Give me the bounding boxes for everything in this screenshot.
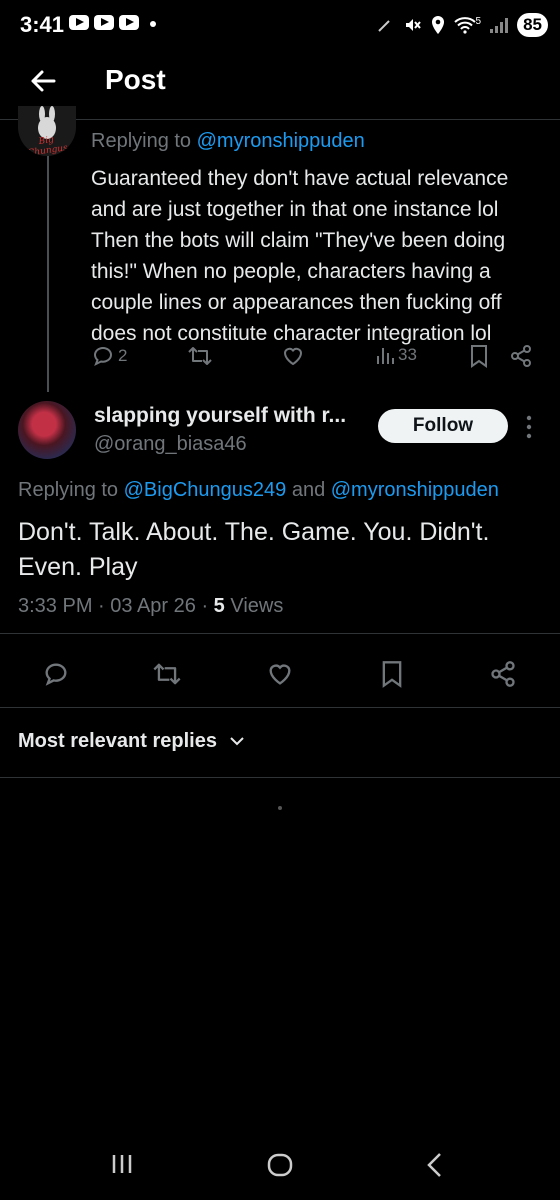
back-nav-icon[interactable]: [425, 1152, 445, 1178]
avatar[interactable]: [18, 401, 76, 459]
reply-button[interactable]: 2: [91, 344, 127, 368]
follow-button[interactable]: Follow: [378, 409, 508, 443]
views-label: Views: [224, 595, 284, 617]
thread-line: [47, 152, 49, 392]
views-count: 5: [213, 595, 225, 617]
divider: [0, 633, 560, 634]
timestamp: 3:33 PM · 03 Apr 26 ·: [18, 595, 214, 617]
repost-button[interactable]: [187, 344, 213, 368]
display-name[interactable]: slapping yourself with r...: [94, 404, 346, 428]
like-button[interactable]: [281, 344, 305, 368]
mention-link[interactable]: @BigChungus249: [124, 479, 287, 501]
page-title: Post: [105, 64, 166, 95]
share-icon: [511, 345, 531, 367]
status-icons: 5 85: [376, 10, 548, 40]
youtube-icon: [119, 15, 139, 30]
system-nav-bar: [0, 1130, 560, 1200]
post-text: Don't. Talk. About. The. Game. You. Didn…: [18, 518, 490, 581]
post-meta: 3:33 PM · 03 Apr 26 · 5 Views: [18, 595, 283, 618]
home-icon[interactable]: [267, 1152, 293, 1178]
bookmark-icon: [471, 345, 487, 368]
recent-apps-icon[interactable]: [110, 1152, 134, 1176]
user-handle[interactable]: @orang_biasa46: [94, 433, 247, 456]
header-divider: [0, 119, 560, 120]
loading-dot: [278, 806, 282, 810]
location-icon: [431, 16, 444, 34]
reply-icon: [93, 347, 113, 367]
notification-dot: [150, 21, 156, 27]
divider: [0, 707, 560, 708]
post-actions: 2 33: [91, 344, 541, 374]
signal-icon: [490, 18, 509, 33]
wifi-icon: 5: [453, 16, 482, 34]
views-button[interactable]: 33: [375, 344, 417, 366]
repost-icon: [188, 347, 212, 365]
youtube-icon: [69, 15, 89, 30]
share-button[interactable]: [509, 344, 533, 368]
repost-icon[interactable]: [152, 660, 182, 688]
heart-icon: [283, 347, 303, 366]
sort-replies-dropdown[interactable]: Most relevant replies: [18, 730, 245, 753]
wifi-label: 5: [475, 16, 482, 27]
replying-to: Replying to @myronshippuden: [91, 130, 365, 152]
pen-icon: [377, 20, 390, 32]
views-icon: [377, 348, 394, 364]
status-time: 3:41: [20, 12, 65, 37]
mute-icon: [405, 19, 421, 31]
more-options-icon[interactable]: [521, 412, 537, 442]
share-icon[interactable]: [489, 660, 517, 688]
chevron-down-icon: [229, 737, 244, 746]
battery-level: 85: [523, 15, 542, 34]
reply-count: 2: [118, 346, 128, 365]
bookmark-button[interactable]: [469, 344, 489, 368]
youtube-icon: [94, 15, 114, 30]
post-text: Guaranteed they don't have actual releva…: [91, 167, 509, 345]
mention-link[interactable]: @myronshippuden: [197, 130, 365, 152]
post-actions: [0, 656, 560, 692]
reply-icon[interactable]: [42, 660, 70, 688]
replying-to: Replying to @BigChungus249 and @myronshi…: [18, 479, 499, 501]
sort-label: Most relevant replies: [18, 730, 217, 752]
mention-link[interactable]: @myronshippuden: [331, 479, 499, 501]
heart-icon[interactable]: [266, 660, 294, 688]
arrow-left-icon[interactable]: [28, 66, 58, 96]
avatar[interactable]: Big Chungus: [18, 106, 76, 156]
battery-icon: 85: [517, 13, 548, 37]
divider: [0, 777, 560, 778]
view-count: 33: [398, 345, 417, 364]
bookmark-icon[interactable]: [380, 660, 404, 688]
status-bar: 3:41 5 85: [0, 0, 560, 52]
